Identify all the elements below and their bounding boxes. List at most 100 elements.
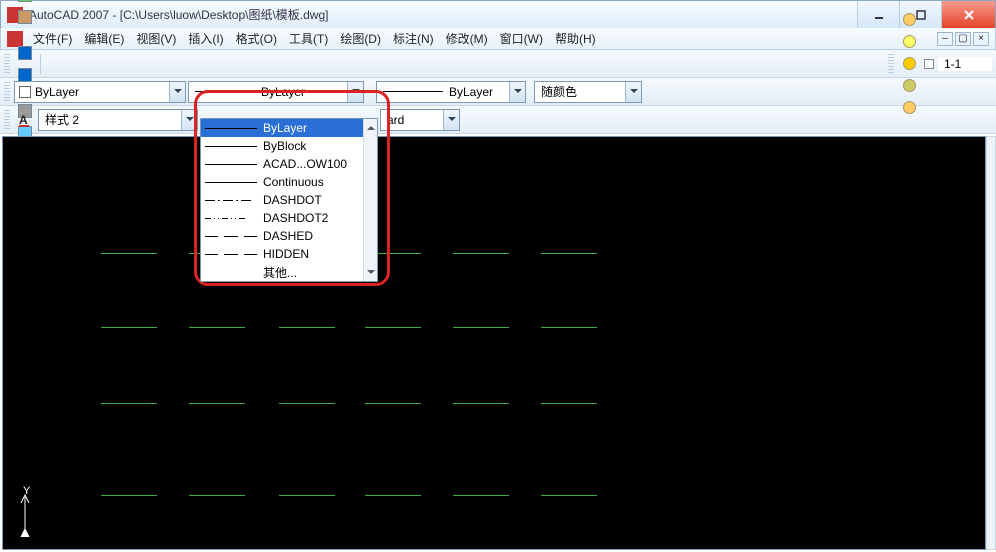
layer-prev-icon <box>903 101 916 114</box>
toolbar-grip[interactable] <box>4 54 10 74</box>
linetype-option-label: 其他... <box>263 264 297 281</box>
scroll-up-icon[interactable] <box>364 119 377 133</box>
linetype-option[interactable]: DASHDOT <box>201 191 377 209</box>
linetype-sample-icon <box>205 164 257 165</box>
drawing-line[interactable] <box>541 403 597 404</box>
linetype-option[interactable]: 其他... <box>201 263 377 281</box>
canvas-vertical-scrollbar[interactable] <box>986 136 996 550</box>
linetype-option-label: DASHED <box>263 229 313 243</box>
linetype-option-label: ByLayer <box>263 121 307 135</box>
linetype-dropdown-list[interactable]: ByLayer ByBlock ACAD...OW100 Continuous DASH… <box>200 118 378 282</box>
match-prop-button[interactable] <box>14 0 36 6</box>
layer-manager-icon <box>903 13 916 26</box>
linetype-option-label: DASHDOT <box>263 193 322 207</box>
drawing-line[interactable] <box>279 403 335 404</box>
drawing-line[interactable] <box>279 327 335 328</box>
plotstyle-combo-text: 随颜色 <box>535 83 595 100</box>
toolbar-grip[interactable] <box>4 82 10 102</box>
redo-icon <box>18 68 32 82</box>
menu-item[interactable]: 插入(I) <box>182 32 229 46</box>
menu-item[interactable]: 修改(M) <box>440 32 494 46</box>
menu-item[interactable]: 视图(V) <box>130 32 182 46</box>
drawing-line[interactable] <box>541 327 597 328</box>
undo-icon <box>18 46 32 60</box>
drawing-line[interactable] <box>453 253 509 254</box>
drawing-line[interactable] <box>453 495 509 496</box>
menu-item[interactable]: 绘图(D) <box>334 32 387 46</box>
linetype-option-label: HIDDEN <box>263 247 309 261</box>
linetype-option[interactable]: DASHDOT2 <box>201 209 377 227</box>
drawing-line[interactable] <box>101 253 157 254</box>
layer-color-swatch <box>19 86 31 98</box>
drawing-line[interactable] <box>189 403 245 404</box>
drawing-line[interactable] <box>365 495 421 496</box>
linetype-option[interactable]: HIDDEN <box>201 245 377 263</box>
paint-button[interactable] <box>14 6 36 28</box>
toolbar-grip[interactable] <box>888 54 894 74</box>
lineweight-sample <box>383 85 443 99</box>
dropdown-arrow-icon[interactable] <box>169 82 185 102</box>
ucs-icon <box>17 493 47 539</box>
dropdown-arrow-icon[interactable] <box>181 110 197 130</box>
layer-freeze-button[interactable] <box>898 53 920 75</box>
dropdown-arrow-icon[interactable] <box>347 82 363 102</box>
linetype-option[interactable]: ByLayer <box>201 119 377 137</box>
layer-swatch <box>924 59 934 69</box>
dropdown-scrollbar[interactable] <box>363 119 377 281</box>
drawing-canvas[interactable]: Y <box>2 136 986 550</box>
menu-item[interactable]: 标注(N) <box>387 32 440 46</box>
dropdown-arrow-icon[interactable] <box>625 82 641 102</box>
drawing-line[interactable] <box>101 403 157 404</box>
linetype-sample-icon <box>205 182 257 183</box>
undo-button[interactable] <box>14 42 36 64</box>
menu-item[interactable]: 编辑(E) <box>78 32 130 46</box>
dim-style-combo[interactable]: ard <box>380 109 460 131</box>
dropdown-arrow-icon[interactable] <box>443 110 459 130</box>
menu-bar: 文件(F)编辑(E)视图(V)插入(I)格式(O)工具(T)绘图(D)标注(N)… <box>0 28 996 50</box>
drawing-line[interactable] <box>279 495 335 496</box>
standard-toolbar <box>0 50 996 78</box>
drawing-line[interactable] <box>453 403 509 404</box>
linetype-option[interactable]: ByBlock <box>201 137 377 155</box>
lineweight-combo[interactable]: ByLayer <box>376 81 526 103</box>
linetype-option-label: ByBlock <box>263 139 306 153</box>
scroll-down-icon[interactable] <box>364 267 377 281</box>
separator <box>40 54 41 74</box>
menu-item[interactable]: 格式(O) <box>230 32 283 46</box>
layer-scale-input[interactable] <box>938 57 992 71</box>
layer-manager-button[interactable] <box>898 9 920 31</box>
linetype-option-label: Continuous <box>263 175 324 189</box>
drawing-line[interactable] <box>101 495 157 496</box>
linetype-option[interactable]: ACAD...OW100 <box>201 155 377 173</box>
linetype-option[interactable]: DASHED <box>201 227 377 245</box>
layer-on-icon <box>903 35 916 48</box>
dropdown-arrow-icon[interactable] <box>509 82 525 102</box>
plotstyle-combo[interactable]: 随颜色 <box>534 81 642 103</box>
linetype-option[interactable]: Continuous <box>201 173 377 191</box>
layer-lock-button[interactable] <box>898 75 920 97</box>
linetype-combo-text: ByLayer <box>261 85 323 99</box>
text-style-icon[interactable]: A <box>14 109 36 131</box>
drawing-line[interactable] <box>365 403 421 404</box>
layer-prev-button[interactable] <box>898 97 920 119</box>
text-style-combo[interactable]: 样式 2 <box>38 109 198 131</box>
match-prop-icon <box>18 0 32 2</box>
drawing-line[interactable] <box>101 327 157 328</box>
paint-icon <box>18 10 32 24</box>
menu-item[interactable]: 帮助(H) <box>549 32 602 46</box>
toolbar-grip[interactable] <box>4 110 10 130</box>
lineweight-combo-text: ByLayer <box>449 85 511 99</box>
drawing-line[interactable] <box>453 327 509 328</box>
menu-item[interactable]: 窗口(W) <box>494 32 549 46</box>
layer-lock-icon <box>903 79 916 92</box>
layer-combo[interactable]: ByLayer <box>14 81 186 103</box>
drawing-line[interactable] <box>189 327 245 328</box>
drawing-line[interactable] <box>541 495 597 496</box>
drawing-line[interactable] <box>541 253 597 254</box>
menu-item[interactable]: 工具(T) <box>283 32 334 46</box>
drawing-line[interactable] <box>365 327 421 328</box>
drawing-line[interactable] <box>189 495 245 496</box>
layer-combo-text: ByLayer <box>35 85 97 99</box>
layer-on-button[interactable] <box>898 31 920 53</box>
linetype-combo[interactable]: ByLayer <box>188 81 364 103</box>
